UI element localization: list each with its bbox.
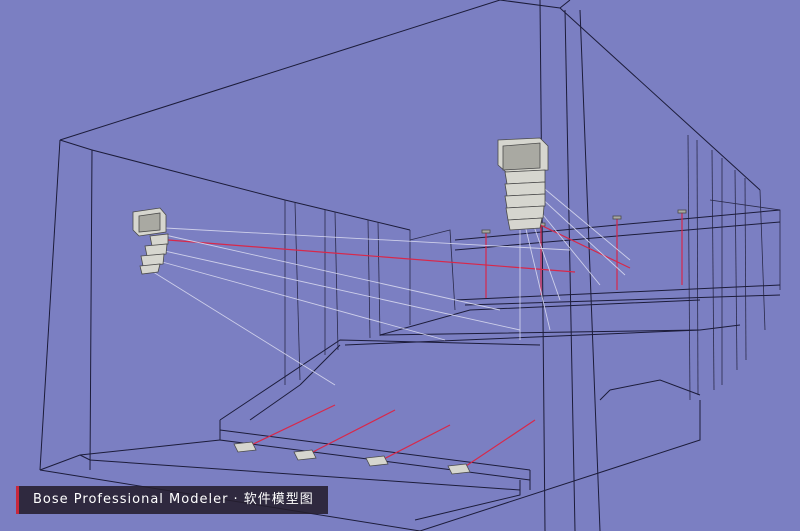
front-fill-rays — [244, 404, 536, 471]
front-fill-speaker-3[interactable] — [365, 455, 389, 467]
left-wall-columns — [284, 200, 456, 385]
caption-banner: Bose Professional Modeler · 软件模型图 — [16, 486, 328, 514]
caption-text: Bose Professional Modeler · 软件模型图 — [33, 492, 314, 507]
front-fill-speaker-1[interactable] — [233, 441, 257, 453]
front-fill-speaker-4[interactable] — [447, 463, 471, 475]
room-wireframe — [39, 0, 781, 531]
left-speaker-rays — [149, 227, 576, 386]
loudspeaker-left[interactable] — [132, 207, 169, 275]
right-wall-columns — [687, 134, 781, 401]
3d-viewport[interactable]: Bose Professional Modeler · 软件模型图 — [0, 0, 800, 531]
front-fill-speaker-2[interactable] — [293, 449, 317, 461]
loudspeaker-right[interactable] — [497, 137, 549, 231]
